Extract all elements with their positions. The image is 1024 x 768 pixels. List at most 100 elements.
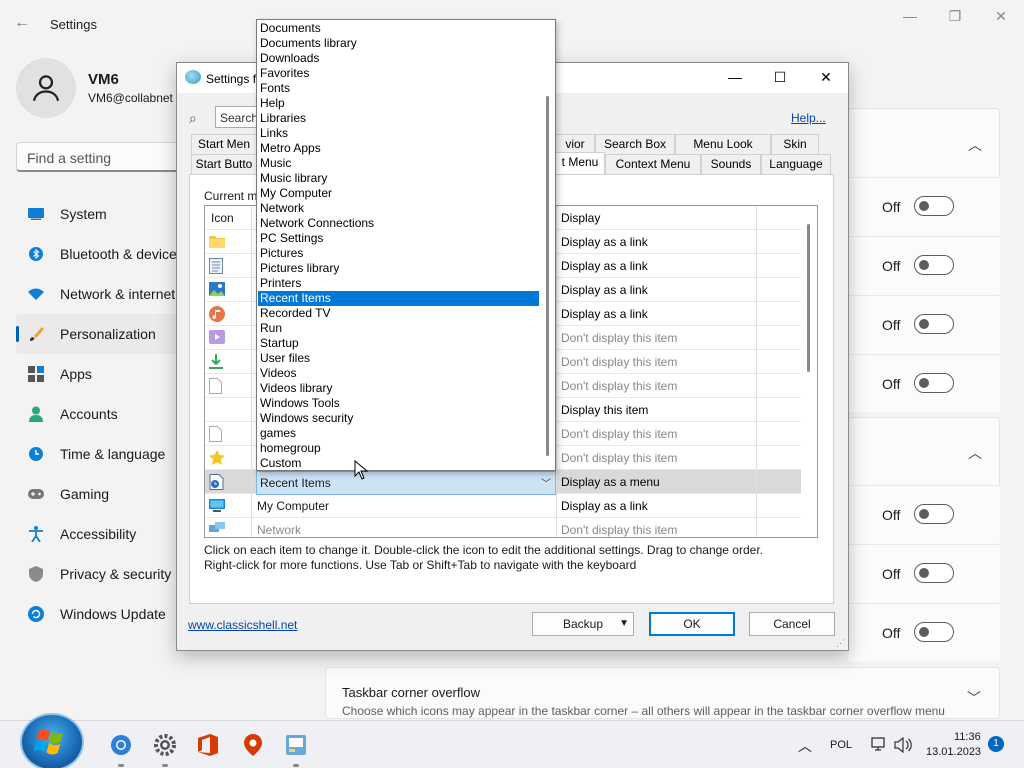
dropdown-item[interactable]: Pictures library [258,261,539,276]
video-icon[interactable] [209,330,225,346]
dropdown-item[interactable]: Documents library [258,36,539,51]
tray-chevron-up-icon[interactable]: ︿ [798,736,812,756]
grid-scroll-thumb[interactable] [807,224,810,372]
toggle-switch[interactable] [914,255,954,275]
tab-skin[interactable]: Skin [771,134,819,154]
dropdown-item[interactable]: User files [258,351,539,366]
sidebar-item-system[interactable]: System [16,194,186,234]
dropdown-item[interactable]: Printers [258,276,539,291]
recent-items-icon[interactable] [209,474,225,490]
sidebar-item-personalization[interactable]: Personalization [16,314,186,354]
row-display-mode[interactable]: Don't display this item [561,451,677,465]
toggle-switch[interactable] [914,504,954,524]
sidebar-item-windows-update[interactable]: Windows Update [16,594,186,634]
toggle-switch[interactable] [914,563,954,583]
chevron-down-icon[interactable]: ﹀ [541,475,551,490]
classicshell-website-link[interactable]: www.classicshell.net [188,618,297,632]
sidebar-item-privacy[interactable]: Privacy & security [16,554,186,594]
find-setting-input[interactable]: Find a setting [16,142,182,172]
star-icon[interactable] [209,450,225,466]
cancel-button[interactable]: Cancel [749,612,835,636]
dropdown-item[interactable]: games [258,426,539,441]
toggle-switch[interactable] [914,373,954,393]
row-display-mode[interactable]: Display as a link [561,499,648,513]
dropdown-item[interactable]: Music [258,156,539,171]
dropdown-item[interactable]: Links [258,126,539,141]
office-icon[interactable] [196,733,220,757]
sidebar-item-accessibility[interactable]: Accessibility [16,514,186,554]
sidebar-item-accounts[interactable]: Accounts [16,394,186,434]
avatar[interactable] [16,58,76,118]
dropdown-item[interactable]: Pictures [258,246,539,261]
settings-search-input[interactable]: Search [215,106,257,128]
dropdown-item[interactable]: Network Connections [258,216,539,231]
row-display-mode[interactable]: Display this item [561,403,648,417]
row-display-mode[interactable]: Don't display this item [561,331,677,345]
dropdown-item[interactable]: Run [258,321,539,336]
picture-icon[interactable] [209,282,225,298]
sidebar-item-network[interactable]: Network & internet [16,274,186,314]
dropdown-item[interactable]: Windows Tools [258,396,539,411]
sidebar-item-time-language[interactable]: Time & language [16,434,186,474]
dropdown-scrollbar[interactable] [541,20,555,470]
row-display-mode[interactable]: Display as a link [561,235,648,249]
toggle-switch[interactable] [914,196,954,216]
dropdown-item[interactable]: Metro Apps [258,141,539,156]
dialog-minimize-button[interactable]: — [725,69,745,85]
caret-down-icon[interactable]: ▼ [619,613,629,635]
ok-button[interactable]: OK [649,612,735,636]
blank-page-icon[interactable] [209,426,225,442]
music-icon[interactable] [209,306,225,322]
tab-search-box[interactable]: Search Box [595,134,675,154]
sidebar-item-apps[interactable]: Apps [16,354,186,394]
network-icon[interactable] [209,522,225,537]
table-row[interactable]: My Computer Display as a link [205,494,801,518]
backup-button[interactable]: Backup ▼ [532,612,634,636]
dropdown-item[interactable]: My Computer [258,186,539,201]
chrome-icon[interactable] [109,733,133,767]
dropdown-item[interactable]: Recorded TV [258,306,539,321]
help-link[interactable]: Help... [791,111,826,125]
dropdown-item[interactable]: Windows security [258,411,539,426]
minimize-button[interactable]: — [890,8,930,28]
dropdown-item[interactable]: Favorites [258,66,539,81]
empty-icon-cell[interactable] [209,402,225,418]
blank-page-icon[interactable] [209,378,225,394]
tab-start-button[interactable]: Start Butto [191,154,257,174]
tab-sounds[interactable]: Sounds [701,154,761,174]
command-combobox[interactable]: Recent Items ﹀ [256,471,556,495]
resize-grip-icon[interactable]: ⋰ [836,638,1022,766]
document-icon[interactable] [209,258,225,274]
sidebar-item-bluetooth[interactable]: Bluetooth & devices [16,234,186,274]
grid-scrollbar[interactable] [803,206,817,537]
start-orb-button[interactable] [20,713,84,768]
command-dropdown-list[interactable]: Documents Documents library Downloads Favor… [256,19,556,471]
dropdown-item[interactable]: Fonts [258,81,539,96]
maps-pin-icon[interactable] [241,733,265,757]
dropdown-item[interactable]: Recent Items [258,291,539,306]
row-display-mode[interactable]: Don't display this item [561,427,677,441]
dropdown-item[interactable]: Videos [258,366,539,381]
dropdown-item[interactable]: Help [258,96,539,111]
dialog-maximize-button[interactable]: ☐ [770,69,790,86]
dialog-close-button[interactable]: ✕ [816,69,836,86]
tab-start-menu-style[interactable]: Start Men [191,134,257,154]
table-row[interactable]: Network Don't display this item [205,518,801,537]
dropdown-item[interactable]: Libraries [258,111,539,126]
row-display-mode[interactable]: Don't display this item [561,523,677,537]
dropdown-item[interactable]: Music library [258,171,539,186]
row-display-mode[interactable]: Display as a link [561,283,648,297]
dropdown-item[interactable]: PC Settings [258,231,539,246]
dropdown-item[interactable]: Custom [258,456,539,470]
row-display-mode[interactable]: Don't display this item [561,379,677,393]
dropdown-item[interactable]: Videos library [258,381,539,396]
chevron-up-icon[interactable]: ︿ [968,443,982,463]
dropdown-item[interactable]: homegroup [258,441,539,456]
folder-icon[interactable] [209,234,225,250]
back-arrow-icon[interactable]: ← [14,14,30,32]
dropdown-item[interactable]: Network [258,201,539,216]
row-display-mode[interactable]: Don't display this item [561,355,677,369]
settings-gear-icon[interactable] [153,733,177,767]
row-display-mode[interactable]: Display as a menu [561,475,660,489]
maximize-button[interactable]: ❐ [935,8,975,28]
